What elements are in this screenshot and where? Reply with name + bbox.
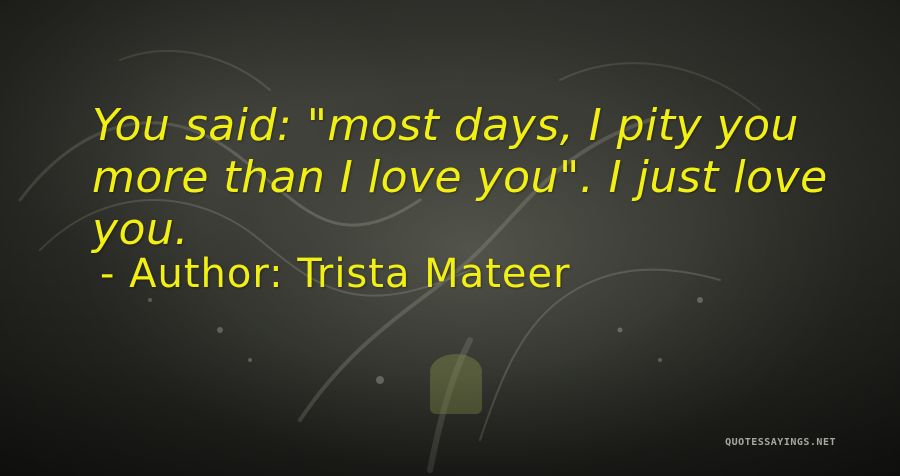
author-name: Trista Mateer [297, 251, 571, 297]
site-watermark: QUOTESSAYINGS.NET [725, 437, 836, 448]
author-line: - Author: Trista Mateer [100, 248, 571, 300]
quote-image: You said: "most days, I pity you more th… [0, 0, 900, 476]
quote-text: You said: "most days, I pity you more th… [92, 100, 828, 255]
author-prefix: - Author: [100, 251, 284, 297]
